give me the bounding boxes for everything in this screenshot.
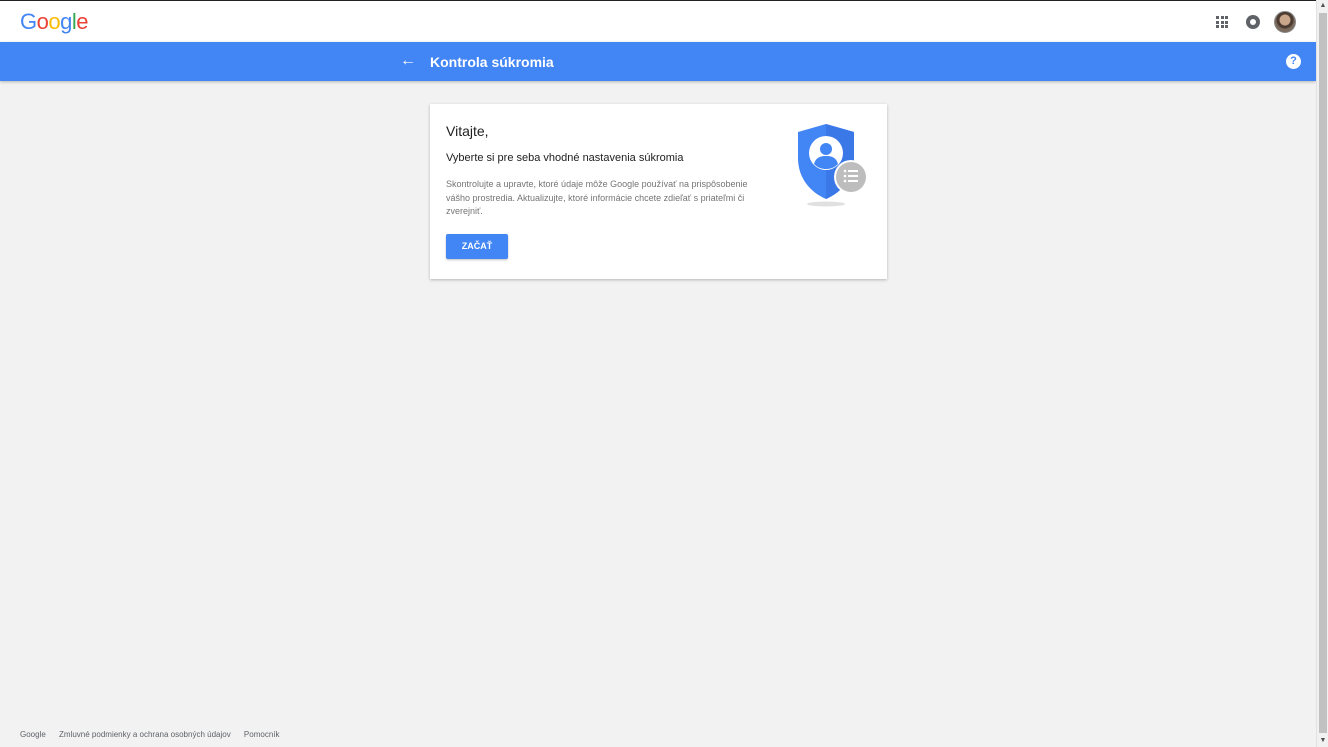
logo-letter: o bbox=[36, 9, 49, 34]
welcome-card: Vitajte, Vyberte si pre seba vhodné nast… bbox=[430, 104, 887, 279]
google-logo[interactable]: Google bbox=[20, 9, 89, 35]
vertical-scrollbar[interactable]: ▲ ▼ bbox=[1316, 0, 1328, 747]
footer: Google Zmluvné podmienky a ochrana osobn… bbox=[20, 729, 291, 741]
notifications-icon[interactable] bbox=[1246, 15, 1260, 29]
logo-letter: e bbox=[76, 9, 89, 34]
scroll-down-arrow-icon[interactable]: ▼ bbox=[1317, 735, 1328, 747]
back-arrow-icon[interactable]: ← bbox=[398, 50, 418, 72]
card-title: Vitajte, bbox=[446, 123, 489, 139]
help-icon[interactable]: ? bbox=[1286, 54, 1301, 69]
page-header: ← Kontrola súkromia ? bbox=[0, 42, 1316, 81]
page: Google ← Kontrola súkromia ? Vitajte, Vy… bbox=[0, 0, 1316, 747]
card-description: Skontrolujte a upravte, ktoré údaje môže… bbox=[446, 179, 748, 216]
footer-link-google[interactable]: Google bbox=[20, 730, 46, 739]
apps-grid-icon[interactable] bbox=[1216, 16, 1228, 28]
footer-link-terms[interactable]: Zmluvné podmienky a ochrana osobných úda… bbox=[59, 730, 231, 739]
logo-letter: o bbox=[48, 9, 61, 34]
start-button[interactable]: ZAČAŤ bbox=[446, 234, 508, 259]
top-bar: Google bbox=[0, 0, 1316, 42]
privacy-shield-icon bbox=[798, 124, 868, 207]
scrollbar-thumb[interactable] bbox=[1319, 13, 1327, 733]
logo-letter: G bbox=[20, 9, 37, 34]
card-subtitle: Vyberte si pre seba vhodné nastavenia sú… bbox=[446, 152, 684, 164]
scroll-up-arrow-icon[interactable]: ▲ bbox=[1317, 0, 1328, 12]
logo-letter: g bbox=[60, 9, 72, 34]
footer-link-help[interactable]: Pomocník bbox=[244, 730, 280, 739]
page-title: Kontrola súkromia bbox=[430, 54, 554, 70]
avatar[interactable] bbox=[1274, 11, 1296, 33]
